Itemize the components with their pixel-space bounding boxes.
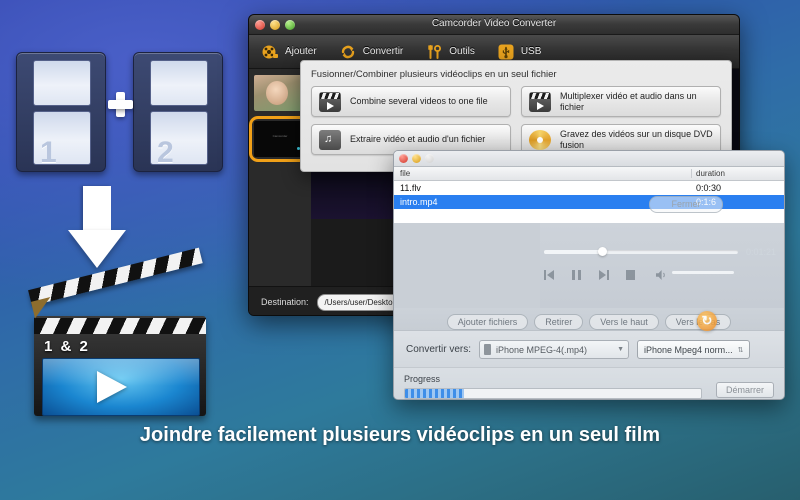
toolbar-label: USB bbox=[520, 46, 542, 57]
table-row-selected[interactable]: intro.mp4 0:1:6 bbox=[394, 195, 784, 209]
converter-panel-window: file duration 11.flv 0:0:30 intro.mp4 0:… bbox=[393, 150, 785, 400]
stop-icon[interactable] bbox=[625, 267, 636, 280]
toolbar-label: Ajouter bbox=[285, 46, 317, 57]
film-strip-1: 1 bbox=[16, 52, 106, 172]
merge-option-label: Multiplexer vidéo et audio dans un fichi… bbox=[560, 91, 697, 112]
film-pane-bottom: 2 bbox=[150, 111, 208, 169]
move-up-button[interactable]: Vers le haut bbox=[589, 314, 659, 330]
down-arrow-icon bbox=[68, 186, 126, 270]
merge-option-label: Gravez des vidéos sur un disque DVD fusi… bbox=[560, 129, 713, 150]
preview-area: 0:01:21 bbox=[394, 223, 784, 331]
table-row[interactable]: 11.flv 0:0:30 bbox=[394, 181, 784, 195]
window-title: Camcorder Video Converter bbox=[431, 18, 557, 29]
file-name: 11.flv bbox=[400, 183, 421, 193]
clapperboard-icon bbox=[529, 91, 551, 112]
progress-section: Progress Démarrer bbox=[394, 367, 784, 399]
refresh-arrows-icon bbox=[339, 43, 357, 61]
film-strip-2: 2 bbox=[133, 52, 223, 172]
film-pane-top bbox=[150, 60, 208, 106]
destination-label: Destination: bbox=[261, 297, 309, 307]
window-titlebar: Camcorder Video Converter bbox=[249, 15, 739, 35]
folder-music-icon bbox=[319, 129, 341, 150]
zoom-icon[interactable] bbox=[425, 154, 434, 163]
volume-slider[interactable] bbox=[672, 270, 734, 274]
convert-to-row: Convertir vers: iPhone MPEG-4(.mp4) ▼ iP… bbox=[394, 330, 784, 367]
preset-button[interactable]: iPhone Mpeg4 norm... ⇅ bbox=[637, 340, 751, 359]
film-strip-2-label: 2 bbox=[157, 136, 174, 169]
remove-button[interactable]: Retirer bbox=[534, 314, 584, 330]
toolbar-item-usb[interactable]: USB bbox=[497, 43, 542, 61]
film-strips-illustration: 1 2 bbox=[8, 52, 236, 172]
usb-icon bbox=[497, 43, 515, 61]
video-preview-screen bbox=[42, 358, 200, 416]
merge-options-grid: Combine several videos to one file Multi… bbox=[301, 86, 731, 155]
media-player-controls: 0:01:21 bbox=[544, 247, 776, 280]
toolbar-label: Convertir bbox=[362, 46, 404, 57]
convert-to-label: Convertir vers: bbox=[406, 344, 472, 355]
file-duration: 0:0:30 bbox=[696, 183, 722, 193]
pause-icon[interactable] bbox=[571, 267, 582, 280]
transport-controls bbox=[544, 267, 776, 280]
film-pane-top bbox=[33, 60, 91, 106]
plus-icon bbox=[108, 92, 133, 117]
panel-titlebar bbox=[394, 151, 784, 167]
clapper-label: 1 & 2 bbox=[44, 338, 90, 355]
merge-option-label: Extraire vidéo et audio d'un fichier bbox=[350, 134, 486, 145]
column-header-duration[interactable]: duration bbox=[691, 169, 784, 178]
file-actions-row: Ajouter fichiers Retirer Vers le haut Ve… bbox=[394, 308, 784, 330]
tools-icon bbox=[425, 43, 443, 61]
minimize-icon[interactable] bbox=[412, 154, 421, 163]
merge-refresh-icon[interactable] bbox=[697, 311, 717, 331]
start-button[interactable]: Démarrer bbox=[715, 382, 774, 398]
toolbar-item-outils[interactable]: Outils bbox=[425, 43, 475, 61]
column-header-file[interactable]: file bbox=[394, 169, 691, 178]
page-caption: Joindre facilement plusieurs vidéoclips … bbox=[139, 424, 661, 446]
add-files-button[interactable]: Ajouter fichiers bbox=[446, 314, 529, 330]
film-pane-bottom: 1 bbox=[33, 111, 91, 169]
file-name: intro.mp4 bbox=[400, 197, 438, 207]
toolbar-item-convertir[interactable]: Convertir bbox=[339, 43, 404, 61]
film-strip-1-label: 1 bbox=[40, 136, 57, 169]
device-icon bbox=[484, 344, 492, 355]
seek-row: 0:01:21 bbox=[544, 247, 776, 257]
chevron-down-icon: ▼ bbox=[617, 346, 625, 353]
clapperboard-icon bbox=[319, 91, 341, 112]
panel-window-controls[interactable] bbox=[399, 154, 434, 163]
format-value: iPhone MPEG-4(.mp4) bbox=[496, 344, 588, 355]
preset-value: iPhone Mpeg4 norm... bbox=[644, 344, 733, 355]
seek-slider[interactable] bbox=[544, 247, 738, 256]
skip-previous-icon[interactable] bbox=[544, 267, 555, 280]
dvd-disc-icon bbox=[529, 129, 551, 150]
progress-fill bbox=[405, 389, 465, 398]
merge-option-combine[interactable]: Combine several videos to one file bbox=[311, 86, 511, 117]
volume-icon[interactable] bbox=[656, 267, 667, 280]
format-select[interactable]: iPhone MPEG-4(.mp4) ▼ bbox=[479, 340, 630, 359]
time-label: 0:01:21 bbox=[745, 247, 776, 257]
skip-next-icon[interactable] bbox=[598, 267, 609, 280]
merge-option-label: Combine several videos to one file bbox=[350, 96, 488, 107]
clapper-stripes bbox=[34, 318, 206, 334]
progress-bar bbox=[404, 388, 702, 399]
file-list-header: file duration bbox=[394, 167, 784, 181]
volume-control[interactable] bbox=[656, 267, 734, 280]
seek-knob[interactable] bbox=[598, 247, 608, 256]
preview-thumbnail-pane bbox=[394, 223, 540, 308]
merge-option-multiplex[interactable]: Multiplexer vidéo et audio dans un fichi… bbox=[521, 86, 721, 117]
toolbar-item-ajouter[interactable]: Ajouter bbox=[261, 43, 317, 61]
clapperboard-illustration: 1 & 2 bbox=[28, 247, 218, 416]
play-icon bbox=[97, 371, 127, 403]
file-list-empty-area bbox=[394, 209, 784, 223]
merge-dialog-title: Fusionner/Combiner plusieurs vidéoclips … bbox=[311, 69, 557, 80]
close-icon[interactable] bbox=[399, 154, 408, 163]
toolbar-label: Outils bbox=[449, 46, 475, 57]
chevron-updown-icon: ⇅ bbox=[737, 346, 744, 354]
film-reel-icon bbox=[261, 43, 279, 61]
close-button[interactable]: Fermer bbox=[649, 196, 723, 213]
